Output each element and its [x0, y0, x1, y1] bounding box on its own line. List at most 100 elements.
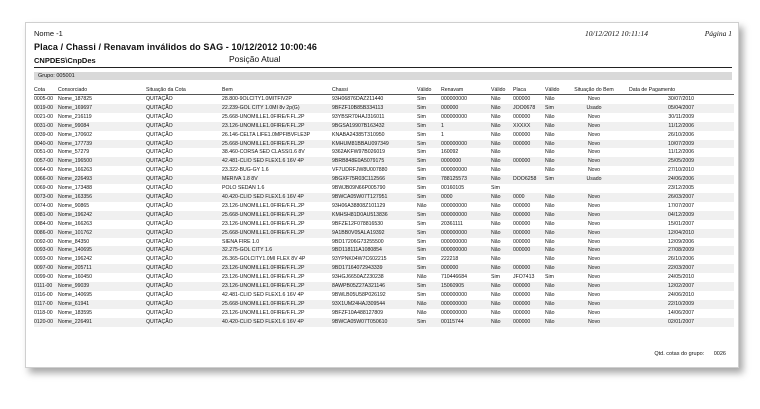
cell-valido-renavam: Não: [491, 256, 501, 263]
report-page: Nome -1 10/12/2012 10:11:14 Página 1 Pla…: [25, 22, 739, 368]
cell-placa: [513, 166, 545, 175]
cell-valido-placa: Sim: [545, 103, 569, 113]
cell-situacao-bem: Novo: [569, 299, 619, 309]
cell-placa: [513, 148, 545, 157]
table-body: 0005-00 Nome_187825 QUITAÇÃO 28.800-9OLCITY…: [34, 95, 734, 327]
cell-chassi: 9BD118111A1080854: [332, 246, 417, 256]
table-row: 0093-00 Nome_196242 QUITAÇÃO 26.365-GOLCITY…: [34, 255, 734, 264]
subtitle-row: CNPDES\CnpDes Posição Atual: [34, 54, 732, 66]
cell-placa: 000000: [513, 96, 531, 102]
cell-data-pagamento: 12/09/2006: [668, 238, 694, 245]
cell-cota: 0064-00: [34, 167, 54, 174]
report-name: Nome -1: [34, 29, 63, 38]
cell-bem: 25.668-UNOMILLE1.0FIRE/F.FL.2P: [222, 139, 332, 149]
col-header-data-pagamento: Data de Pagamento: [619, 86, 734, 95]
table-row: 0057-00 Nome_196500 QUITAÇÃO 42.481-CLIO SE…: [34, 157, 734, 167]
cell-situacao-bem: Novo: [569, 228, 619, 238]
cell-valido-placa: Não: [545, 192, 569, 202]
cell-renavam: 000000000: [441, 228, 491, 238]
table-row: 0092-00 Nome_84350 QUITAÇÃO SIENA FIRE 1.0 9…: [34, 238, 734, 247]
group-bar: Grupo: 005001: [34, 72, 732, 80]
cell-valido-chassi: Sim: [417, 113, 426, 120]
cell-valido-placa: Não: [545, 228, 569, 238]
cell-valido-placa: Não: [545, 256, 555, 263]
cell-valido-renavam: Não: [491, 220, 501, 227]
cell-data-pagamento: 26/10/2006: [668, 256, 694, 263]
cell-valido-renavam: Não: [491, 228, 513, 238]
cell-data-pagamento: 24/06/2006: [619, 175, 734, 185]
cell-cota: 0084-00: [34, 220, 54, 227]
cell-situacao-bem: Usado: [569, 175, 619, 185]
cell-consorciado: Nome_90865: [58, 202, 90, 209]
cell-bem: 23.322-BUG-GY 1.6: [222, 167, 269, 174]
cell-situacao-cota: QUITAÇÃO: [146, 157, 222, 167]
cell-bem: SIENA FIRE 1.0: [222, 238, 260, 245]
cell-chassi: KNABA24385T310950: [332, 131, 385, 138]
cell-data-pagamento: 17/07/2007: [668, 202, 694, 209]
cell-placa: 000000: [513, 210, 545, 220]
cell-situacao-cota: QUITAÇÃO: [146, 113, 173, 120]
cell-situacao-cota: QUITAÇÃO: [146, 228, 222, 238]
cell-renavam: 000000: [441, 103, 491, 113]
cell-valido-renavam: Não: [491, 210, 513, 220]
table-header-row: Cota Consorciado Situação da Cota Bem Ch…: [34, 86, 734, 95]
cell-data-pagamento: 23/12/2005: [668, 185, 694, 192]
cell-valido-renavam: Não: [491, 121, 513, 131]
cell-situacao-cota: QUITAÇÃO: [146, 185, 173, 192]
cell-situacao-bem: [569, 184, 619, 193]
cell-renavam: 222218: [441, 256, 459, 263]
cell-valido-renavam: Não: [491, 291, 501, 298]
cell-cota: 0120-00: [34, 317, 58, 327]
cell-renavam: 160092: [441, 149, 459, 156]
cell-placa: DOO6258: [513, 175, 545, 185]
cell-placa: 000000: [513, 131, 531, 138]
cell-consorciado: Nome_140695: [58, 291, 93, 298]
cell-situacao-bem: Novo: [569, 264, 619, 274]
cell-situacao-bem: Novo: [587, 96, 601, 102]
cell-situacao-cota: QUITAÇÃO: [146, 96, 173, 102]
cell-renavam: 000000000: [441, 139, 491, 149]
report-subtitle: Posição Atual: [229, 54, 281, 64]
cell-valido-placa: Não: [545, 264, 569, 274]
col-header-cota: Cota: [34, 86, 58, 95]
cell-situacao-bem: Novo: [587, 202, 601, 209]
cell-valido-placa: Não: [545, 238, 555, 245]
cell-renavam: 000000000: [441, 238, 467, 245]
cell-cota: 0057-00: [34, 157, 58, 167]
cell-valido-placa: Não: [545, 149, 555, 156]
cell-valido-placa: Não: [545, 317, 569, 327]
cell-data-pagamento: 25/05/2009: [619, 157, 734, 167]
cell-situacao-bem: Usado: [569, 103, 619, 113]
cell-valido-renavam: Não: [491, 157, 513, 167]
cell-valido-renavam: Não: [491, 299, 513, 309]
cell-placa: 000000: [513, 202, 531, 209]
cell-chassi: VF7UDRFJW8U007880: [332, 167, 388, 174]
table-row: 0120-00 Nome_226491 QUITAÇÃO 40.420-CLIO SE…: [34, 317, 734, 327]
cell-cota: 0005-00: [34, 96, 54, 102]
cell-renavam: 20361111: [441, 220, 463, 227]
cell-valido-placa: Não: [545, 167, 555, 174]
cell-situacao-cota: QUITAÇÃO: [146, 238, 173, 245]
cell-valido-chassi: Sim: [417, 167, 426, 174]
cell-valido-placa: Não: [545, 96, 555, 102]
cell-valido-renavam: Não: [491, 149, 501, 156]
cell-situacao-cota: QUITAÇÃO: [146, 264, 222, 274]
table-row: 0039-00 Nome_170602 QUITAÇÃO 26.146-CELTA L…: [34, 131, 734, 140]
table-row: 0021-00 Nome_216119 QUITAÇÃO 25.668-UNOMILL…: [34, 113, 734, 122]
cell-situacao-cota: QUITAÇÃO: [146, 202, 173, 209]
cell-cota: 0040-00: [34, 139, 58, 149]
cell-situacao-bem: Novo: [587, 309, 601, 316]
cell-bem: 40.420-CLIO SED FLEX1.6 16V 4P: [222, 317, 332, 327]
cell-consorciado: Nome_226491: [58, 317, 146, 327]
col-header-renavam: Renavam: [441, 86, 491, 95]
cell-bem: 22.239-GOL CITY 1.0MI 8v 2p(G): [222, 103, 332, 113]
cell-cota: 0093-00: [34, 246, 58, 256]
cell-chassi: 9BWLB05U58P026192: [332, 291, 386, 298]
cell-placa: 000000: [513, 157, 545, 167]
cell-placa: 000000: [513, 299, 545, 309]
cell-cota: 0019-00: [34, 103, 58, 113]
cell-data-pagamento: 24/06/2010: [668, 291, 694, 298]
cell-renavam: 000000000: [441, 210, 491, 220]
cell-bem: 23.126-UNOMILLE1.0FIRE/F.FL.2P: [222, 264, 332, 274]
cell-renavam: 710446684: [441, 274, 467, 281]
